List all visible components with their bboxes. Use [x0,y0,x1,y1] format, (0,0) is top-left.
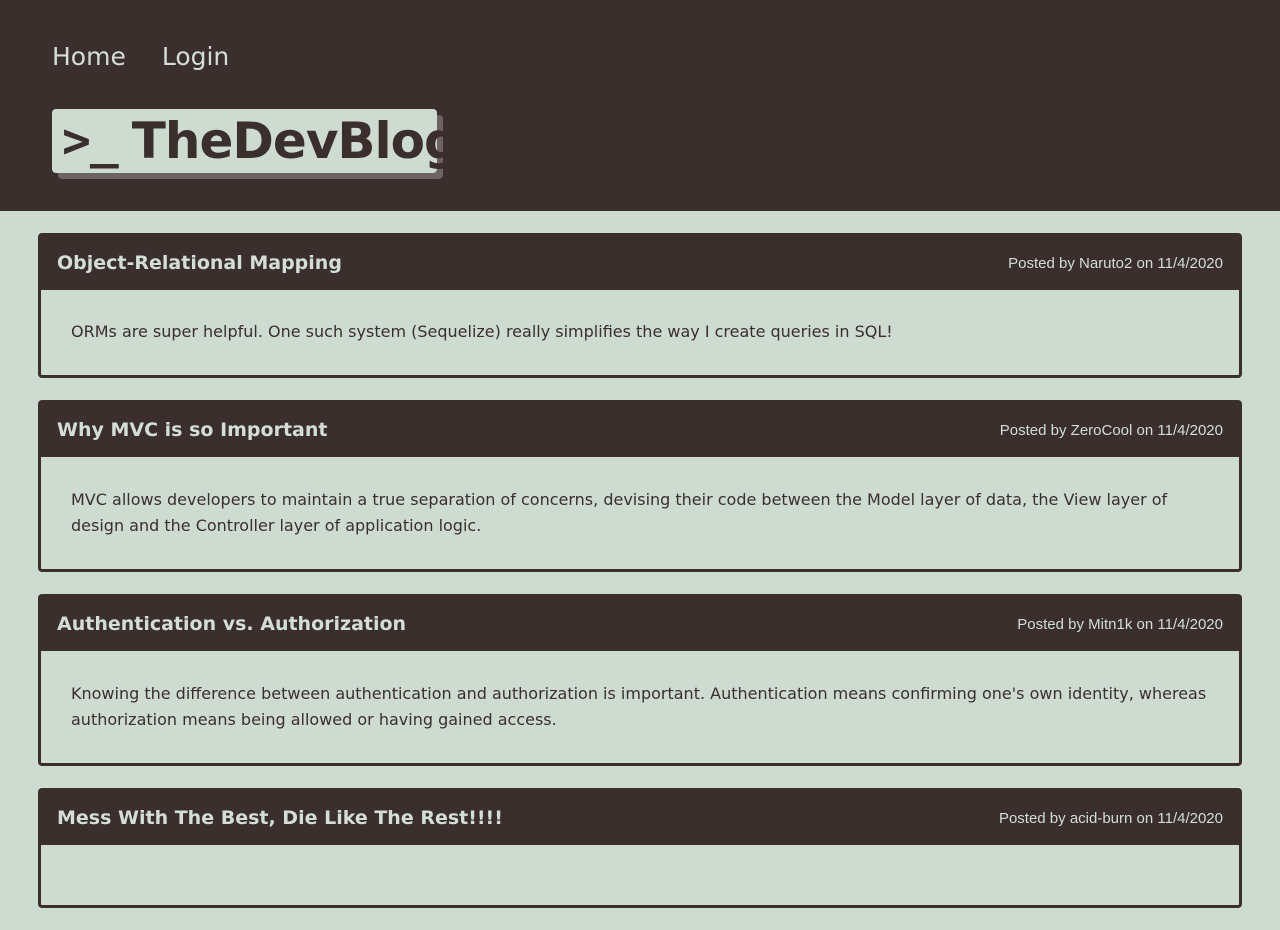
post-title[interactable]: Authentication vs. Authorization [57,613,406,635]
post-title[interactable]: Object-Relational Mapping [57,252,342,274]
post-header: Mess With The Best, Die Like The Rest!!!… [41,791,1239,845]
post-meta: Posted by ZeroCool on 11/4/2020 [999,421,1223,439]
post-card[interactable]: Object-Relational Mapping Posted by Naru… [38,233,1242,378]
logo-title: TheDevBlog [131,112,460,170]
post-body: ORMs are super helpful. One such system … [71,322,893,341]
post-card[interactable]: Mess With The Best, Die Like The Rest!!!… [38,788,1242,908]
post-title[interactable]: Mess With The Best, Die Like The Rest!!!… [57,807,503,829]
post-body: MVC allows developers to maintain a true… [71,490,1168,535]
site-logo[interactable]: >_ TheDevBlog [52,109,460,179]
logo-box: >_ TheDevBlog [52,109,460,173]
post-header: Object-Relational Mapping Posted by Naru… [41,236,1239,290]
post-body [41,845,1239,905]
post-card[interactable]: Why MVC is so Important Posted by ZeroCo… [38,400,1242,572]
post-list: Object-Relational Mapping Posted by Naru… [38,233,1242,930]
terminal-prompt-icon: >_ [62,113,119,169]
post-meta: Posted by acid-burn on 11/4/2020 [998,809,1223,827]
nav-login-link[interactable]: Login [162,42,229,71]
post-meta: Posted by Mitn1k on 11/4/2020 [1017,615,1223,633]
post-meta: Posted by Naruto2 on 11/4/2020 [1008,254,1223,272]
nav-home-link[interactable]: Home [52,42,126,71]
post-card[interactable]: Authentication vs. Authorization Posted … [38,594,1242,766]
post-title[interactable]: Why MVC is so Important [57,419,327,441]
site-header: Home Login >_ TheDevBlog [0,0,1280,211]
post-header: Authentication vs. Authorization Posted … [41,597,1239,651]
post-header: Why MVC is so Important Posted by ZeroCo… [41,403,1239,457]
post-body: Knowing the difference between authentic… [71,684,1207,729]
main-nav: Home Login [52,42,229,71]
